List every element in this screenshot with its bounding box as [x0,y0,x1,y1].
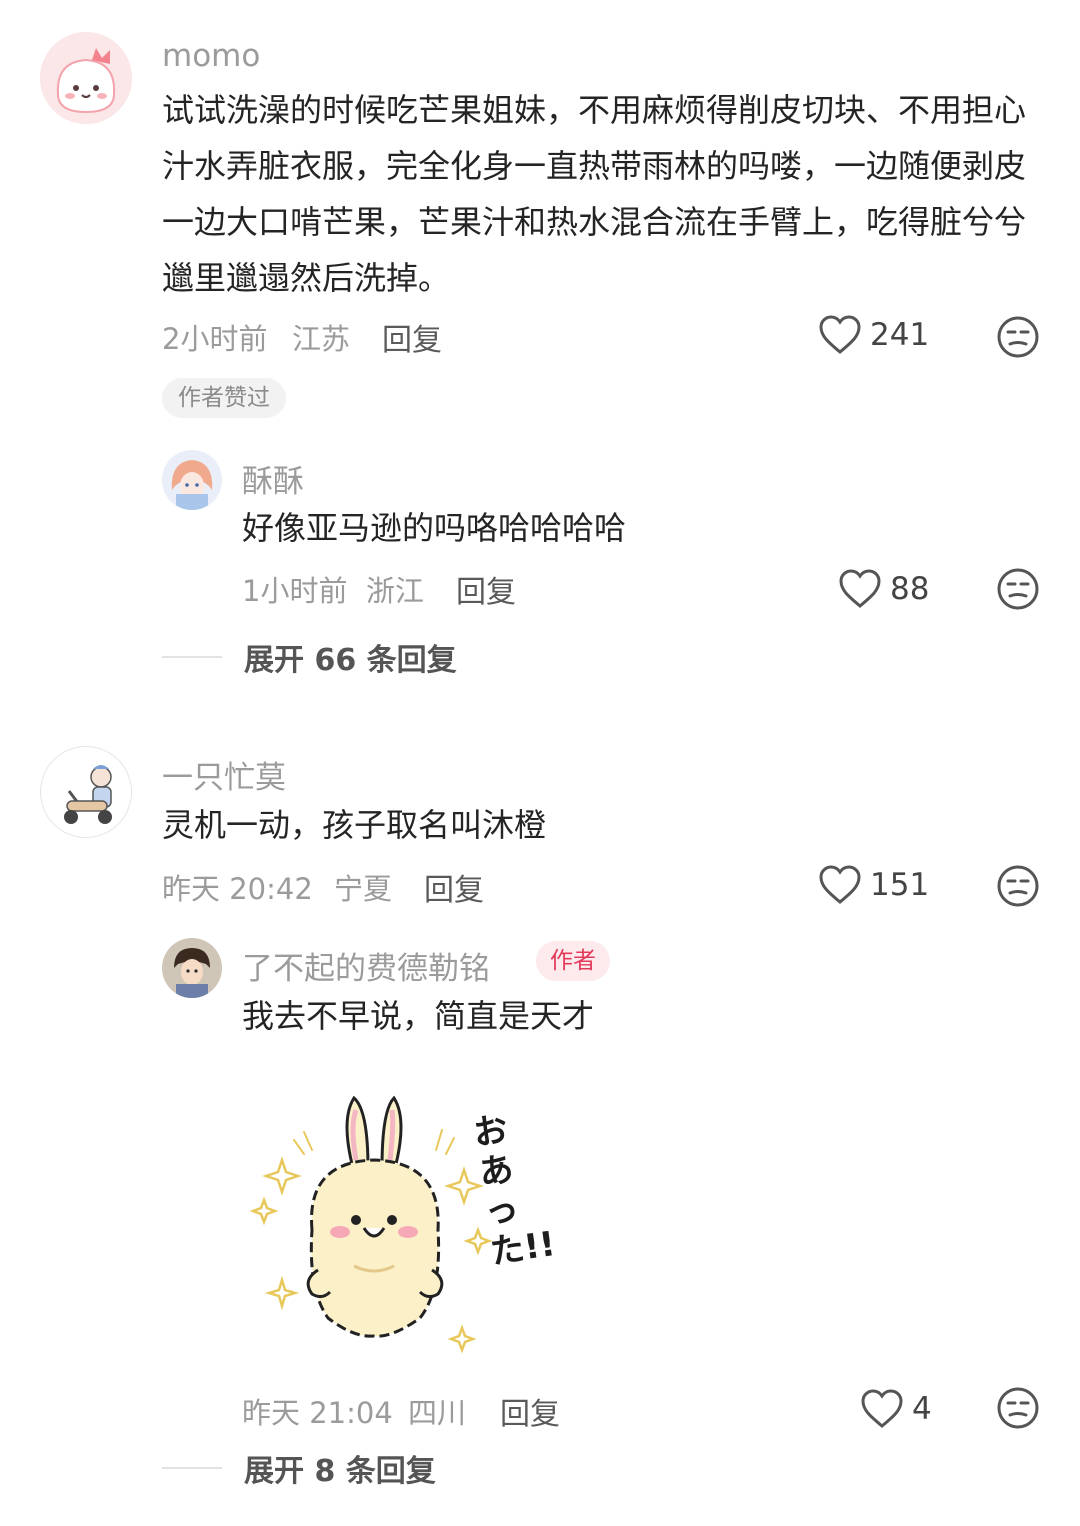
pink-dino-avatar-icon [40,32,132,124]
heart-outline-icon [819,315,861,354]
dislike-face-icon [997,865,1039,907]
reply-location: 四川 [408,1396,467,1430]
expand-divider [162,656,222,658]
comment-username[interactable]: 一只忙莫 [162,752,286,797]
reply-location: 浙江 [366,574,425,608]
heart-outline-icon [839,569,881,608]
avatar[interactable] [162,938,222,998]
like-count: 241 [870,317,930,353]
comment-content: 试试洗澡的时候吃芒果姐妹，不用麻烦得削皮切块、不用担心汁水弄脏衣服，完全化身一直… [162,91,1027,297]
sticker-image[interactable]: おあった!! [242,1080,558,1370]
reply-username[interactable]: 酥酥 [242,456,304,501]
dislike-face-icon [997,568,1039,610]
anime-girl-avatar-icon [162,450,222,510]
dislike-face-icon [997,316,1039,358]
comment-time: 昨天 20:42 [162,872,313,906]
comment-content: 灵机一动，孩子取名叫沐橙 [162,806,547,844]
reply-time: 1小时前 [242,574,348,608]
scooter-rider-avatar-icon [41,747,131,837]
dislike-face-icon [997,1387,1039,1429]
avatar[interactable] [162,450,222,510]
comment-item: 一只忙莫 灵机一动，孩子取名叫沐橙 昨天 20:42 宁夏 回复 151 了不起… [0,720,1080,1520]
reply-content: 好像亚马逊的吗咯哈哈哈哈 [242,509,627,547]
author-badge: 作者 [536,941,610,981]
like-count: 4 [912,1391,932,1427]
expand-replies-label: 展开 8 条回复 [244,1454,436,1489]
avatar[interactable] [40,32,132,124]
dislike-button[interactable] [996,864,1040,912]
reply-button[interactable]: 回复 [382,315,442,359]
expand-divider [162,1467,222,1469]
reply-content: 我去不早说，简直是天才 [242,997,595,1035]
like-count: 88 [890,571,930,607]
expand-replies-label: 展开 66 条回复 [244,643,457,678]
like-button[interactable]: 88 [838,568,929,610]
like-button[interactable]: 241 [818,314,929,356]
reply-time: 昨天 21:04 [242,1396,393,1430]
reply-username[interactable]: 了不起的费德勒铭 [242,943,490,988]
like-button[interactable]: 4 [860,1388,932,1430]
heart-outline-icon [819,865,861,904]
reply-button[interactable]: 回复 [500,1389,560,1433]
anime-boy-avatar-icon [162,938,222,998]
like-count: 151 [870,867,930,903]
comment-username[interactable]: momo [162,38,260,74]
comment-location: 江苏 [292,322,351,356]
author-liked-badge: 作者赞过 [162,378,286,418]
heart-outline-icon [861,1389,903,1428]
dislike-button[interactable] [996,315,1040,363]
reply-button[interactable]: 回复 [456,567,516,611]
dislike-button[interactable] [996,1386,1040,1434]
comment-time: 2小时前 [162,322,268,356]
avatar[interactable] [40,746,132,838]
comment-item: momo 试试洗澡的时候吃芒果姐妹，不用麻烦得削皮切块、不用担心汁水弄脏衣服，完… [0,0,1080,700]
expand-replies-button[interactable]: 展开 8 条回复 [162,1446,436,1490]
expand-replies-button[interactable]: 展开 66 条回复 [162,635,457,679]
comment-location: 宁夏 [334,872,393,906]
reply-button[interactable]: 回复 [424,865,484,909]
like-button[interactable]: 151 [818,864,929,906]
dislike-button[interactable] [996,567,1040,615]
